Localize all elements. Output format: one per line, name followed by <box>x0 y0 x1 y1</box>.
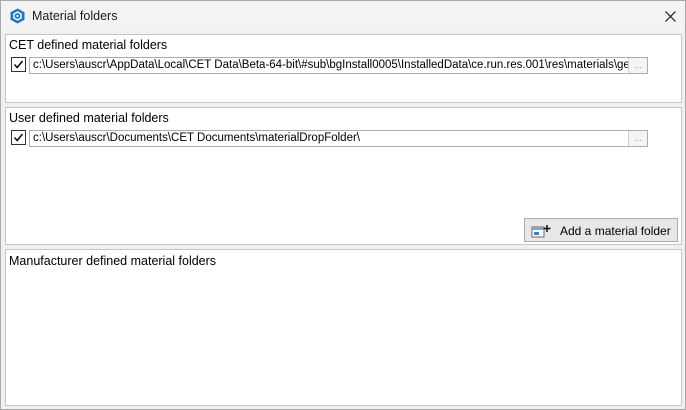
close-button[interactable] <box>657 5 683 27</box>
checkmark-icon <box>13 60 24 69</box>
add-material-folder-button[interactable]: Add a material folder <box>524 218 678 242</box>
browse-label: ... <box>634 133 642 143</box>
cet-folders-panel: CET defined material folders c:\Users\au… <box>5 34 682 103</box>
cet-folder-row: c:\Users\auscr\AppData\Local\CET Data\Be… <box>11 57 648 74</box>
user-folder-checkbox[interactable] <box>11 130 26 145</box>
user-folder-path-field[interactable]: c:\Users\auscr\Documents\CET Documents\m… <box>29 130 648 147</box>
manufacturer-panel-title: Manufacturer defined material folders <box>9 254 217 268</box>
cet-panel-title: CET defined material folders <box>9 38 168 52</box>
cet-folder-checkbox[interactable] <box>11 57 26 72</box>
checkmark-icon <box>13 133 24 142</box>
cet-folder-path-field[interactable]: c:\Users\auscr\AppData\Local\CET Data\Be… <box>29 57 648 74</box>
cet-folder-path: c:\Users\auscr\AppData\Local\CET Data\Be… <box>33 59 630 71</box>
user-folder-row: c:\Users\auscr\Documents\CET Documents\m… <box>11 130 648 147</box>
window-title: Material folders <box>32 9 118 23</box>
manufacturer-folders-panel: Manufacturer defined material folders <box>5 249 682 406</box>
add-folder-icon <box>531 225 551 238</box>
close-icon <box>664 10 676 22</box>
user-folder-path: c:\Users\auscr\Documents\CET Documents\m… <box>33 132 361 144</box>
cet-folder-browse-button[interactable]: ... <box>628 58 647 73</box>
cet-hexagon-icon <box>10 8 25 24</box>
add-material-folder-label: Add a material folder <box>560 224 671 238</box>
user-panel-title: User defined material folders <box>9 111 169 125</box>
material-folders-dialog: Material folders CET defined material fo… <box>0 0 686 410</box>
title-bar: Material folders <box>1 1 685 31</box>
browse-label: ... <box>634 60 642 70</box>
user-folder-browse-button[interactable]: ... <box>628 131 647 146</box>
